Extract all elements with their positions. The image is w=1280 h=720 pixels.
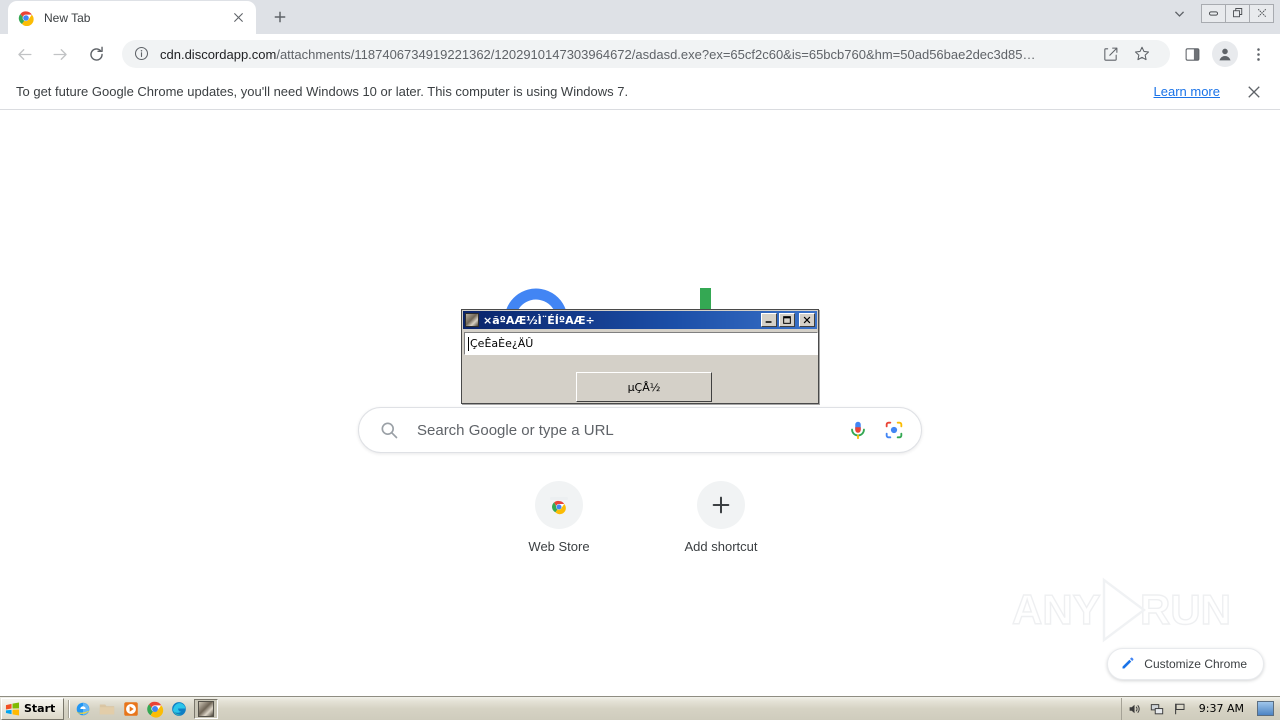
chrome-icon xyxy=(18,10,34,26)
tab-strip: New Tab xyxy=(0,0,1280,34)
three-dot-menu-icon[interactable] xyxy=(1244,40,1272,68)
show-desktop-button[interactable] xyxy=(1257,701,1274,716)
shortcut-label: Web Store xyxy=(528,539,590,554)
windows-explorer-icon[interactable] xyxy=(98,700,116,718)
minimize-button[interactable] xyxy=(1201,3,1226,23)
svg-text:ANY: ANY xyxy=(1012,586,1101,633)
dialog-maximize-button[interactable] xyxy=(779,313,795,327)
media-player-icon[interactable] xyxy=(122,700,140,718)
shortcut-web-store[interactable]: Web Store xyxy=(509,481,609,554)
quick-launch-bar xyxy=(74,700,188,718)
app-icon xyxy=(198,700,215,717)
malware-dialog-window[interactable]: ×ãºAÆ½Ì¨ÉÍºAÆ÷ ÇeÊaÈe¿ÄÛ µÇÅ½ xyxy=(461,309,819,404)
infobar-close-icon[interactable] xyxy=(1244,82,1264,102)
star-icon[interactable] xyxy=(1128,40,1156,68)
dialog-minimize-button[interactable] xyxy=(761,313,777,327)
action-center-flag-icon[interactable] xyxy=(1172,701,1188,717)
dialog-text-input[interactable]: ÇeÊaÈe¿ÄÛ xyxy=(464,332,818,355)
start-button[interactable]: Start xyxy=(1,697,65,720)
edge-icon[interactable] xyxy=(170,700,188,718)
infobar-message: To get future Google Chrome updates, you… xyxy=(16,84,629,99)
windows-logo-icon xyxy=(5,702,20,716)
shortcut-add[interactable]: Add shortcut xyxy=(671,481,771,554)
browser-window: New Tab cdn.discordapp.com/attachments/1… xyxy=(0,0,1280,720)
shortcut-tiles: Web Store Add shortcut xyxy=(0,481,1280,554)
system-tray: 9:37 AM xyxy=(1120,697,1278,720)
anyrun-watermark: ANY RUN xyxy=(1011,574,1232,646)
internet-explorer-icon[interactable] xyxy=(74,700,92,718)
chrome-web-store-icon xyxy=(535,481,583,529)
customize-chrome-label: Customize Chrome xyxy=(1144,657,1247,671)
search-input-placeholder[interactable]: Search Google or type a URL xyxy=(407,422,847,439)
address-bar-url: cdn.discordapp.com/attachments/118740673… xyxy=(160,47,1094,62)
app-icon xyxy=(465,313,479,327)
speaker-icon[interactable] xyxy=(1126,701,1142,717)
magnifier-icon xyxy=(379,420,399,440)
browser-toolbar: cdn.discordapp.com/attachments/118740673… xyxy=(0,34,1280,74)
tab-new-tab[interactable]: New Tab xyxy=(8,1,256,34)
forward-button[interactable] xyxy=(45,39,75,69)
start-label: Start xyxy=(24,702,56,715)
search-box[interactable]: Search Google or type a URL xyxy=(358,407,922,453)
new-tab-button[interactable] xyxy=(266,3,294,31)
dialog-window-buttons xyxy=(761,313,815,327)
chrome-icon[interactable] xyxy=(146,700,164,718)
dialog-body: µÇÅ½ xyxy=(464,357,818,402)
restore-button[interactable] xyxy=(1225,3,1250,23)
address-bar-host: cdn.discordapp.com xyxy=(160,46,277,62)
profile-avatar-icon[interactable] xyxy=(1212,41,1238,67)
tab-title: New Tab xyxy=(44,10,91,25)
info-circle-icon[interactable] xyxy=(134,46,150,62)
dialog-title: ×ãºAÆ½Ì¨ÉÍºAÆ÷ xyxy=(483,313,595,327)
dialog-input-value: ÇeÊaÈe¿ÄÛ xyxy=(470,337,534,350)
customize-chrome-button[interactable]: Customize Chrome xyxy=(1107,648,1264,680)
dialog-ok-button[interactable]: µÇÅ½ xyxy=(576,372,712,402)
network-icon[interactable] xyxy=(1149,701,1165,717)
address-bar-path: /attachments/1187406734919221362/1202910… xyxy=(276,46,1036,62)
microphone-icon[interactable] xyxy=(847,419,869,441)
windows-taskbar: Start 9:37 AM xyxy=(0,696,1280,720)
omnibox-actions xyxy=(1094,40,1158,68)
svg-text:RUN: RUN xyxy=(1140,586,1231,633)
taskbar-task-malware-window[interactable] xyxy=(194,698,219,719)
google-lens-icon[interactable] xyxy=(883,419,905,441)
chevron-down-icon[interactable] xyxy=(1166,0,1192,26)
clock[interactable]: 9:37 AM xyxy=(1195,702,1248,715)
window-controls xyxy=(1166,0,1274,26)
learn-more-link[interactable]: Learn more xyxy=(1154,84,1220,99)
tab-close-button[interactable] xyxy=(230,10,246,26)
side-panel-icon[interactable] xyxy=(1178,40,1206,68)
share-icon[interactable] xyxy=(1096,40,1124,68)
shortcut-label: Add shortcut xyxy=(684,539,758,554)
reload-button[interactable] xyxy=(81,39,111,69)
dialog-title-bar[interactable]: ×ãºAÆ½Ì¨ÉÍºAÆ÷ xyxy=(463,311,817,329)
back-button[interactable] xyxy=(9,39,39,69)
pencil-icon xyxy=(1120,656,1136,672)
close-button[interactable] xyxy=(1249,3,1274,23)
dialog-close-button[interactable] xyxy=(799,313,815,327)
text-caret xyxy=(468,336,469,351)
address-bar[interactable]: cdn.discordapp.com/attachments/118740673… xyxy=(122,40,1170,68)
plus-icon xyxy=(697,481,745,529)
quick-launch-separator xyxy=(68,699,71,718)
update-infobar: To get future Google Chrome updates, you… xyxy=(0,74,1280,110)
